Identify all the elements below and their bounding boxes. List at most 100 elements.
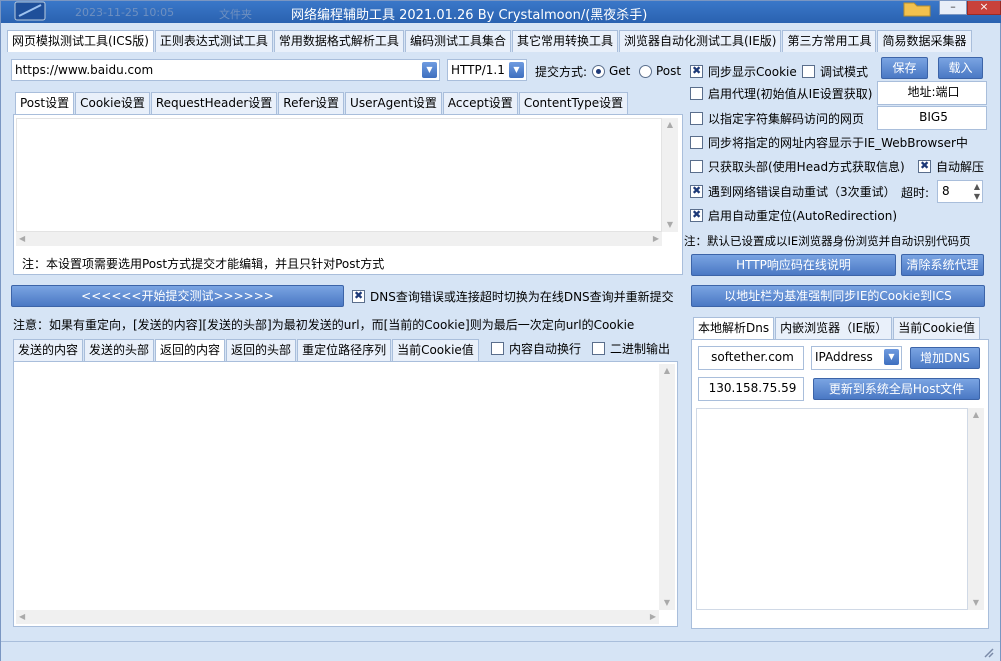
checkbox-box[interactable] — [491, 341, 504, 355]
update-hosts-button[interactable]: 更新到系统全局Host文件 — [813, 378, 980, 400]
resize-grip-icon[interactable] — [982, 646, 994, 658]
url-input[interactable]: https://www.baidu.com ▼ — [11, 59, 440, 81]
proxy-checkbox[interactable]: 启用代理(初始值从IE设置获取) — [690, 84, 873, 102]
tab-browser-automation[interactable]: 浏览器自动化测试工具(IE版) — [618, 30, 782, 52]
timeout-spinner[interactable]: 8 ▲ ▼ — [937, 180, 983, 203]
checkbox-box[interactable] — [690, 159, 703, 173]
method-get-radio[interactable]: Get — [590, 62, 630, 80]
scroll-right-icon[interactable]: ▶ — [650, 610, 656, 624]
result-textarea[interactable] — [16, 364, 659, 610]
checkbox-box[interactable] — [592, 341, 605, 355]
tab-returned-content[interactable]: 返回的内容 — [155, 339, 226, 361]
method-get-label: Get — [609, 64, 631, 78]
method-post-radio[interactable]: Post — [637, 62, 681, 80]
checkbox-box[interactable] — [690, 86, 703, 100]
dns-domain-input[interactable]: softether.com — [698, 346, 804, 370]
tab-embedded-browser[interactable]: 内嵌浏览器（IE版） — [775, 317, 893, 339]
scroll-down-icon[interactable]: ▼ — [659, 596, 675, 610]
scroll-up-icon[interactable]: ▲ — [659, 364, 675, 378]
dns-list[interactable] — [696, 408, 968, 610]
dns-tab-strip: 本地解析Dns 内嵌浏览器（IE版） 当前Cookie值 — [693, 317, 981, 339]
tab-contenttype[interactable]: ContentType设置 — [518, 92, 629, 114]
checkbox-box[interactable] — [690, 111, 703, 125]
charset-input[interactable]: BIG5 — [877, 106, 987, 130]
tab-refer[interactable]: Refer设置 — [278, 92, 345, 114]
add-dns-button[interactable]: 增加DNS — [910, 347, 980, 369]
tab-sent-header[interactable]: 发送的头部 — [84, 339, 155, 361]
tab-cookie-settings[interactable]: Cookie设置 — [75, 92, 150, 114]
checkbox-box[interactable] — [690, 208, 703, 222]
save-button[interactable]: 保存 — [881, 57, 928, 79]
minimize-button[interactable]: – — [939, 1, 967, 15]
charset-checkbox[interactable]: 以指定字符集解码访问的网页 — [690, 109, 864, 127]
tab-data-collector[interactable]: 简易数据采集器 — [877, 30, 972, 52]
checkbox-box[interactable] — [690, 64, 703, 78]
checkbox-box[interactable] — [690, 135, 703, 149]
tab-encoding[interactable]: 编码测试工具集合 — [404, 30, 511, 52]
tab-redirect-path[interactable]: 重定位路径序列 — [297, 339, 392, 361]
tab-current-cookie[interactable]: 当前Cookie值 — [392, 339, 479, 361]
tab-useragent[interactable]: UserAgent设置 — [345, 92, 442, 114]
tab-regex[interactable]: 正则表达式测试工具 — [154, 30, 273, 52]
sync-ie-checkbox[interactable]: 同步将指定的网址内容显示于IE_WebBrowser中 — [690, 133, 968, 151]
tab-data-format[interactable]: 常用数据格式解析工具 — [273, 30, 404, 52]
auto-decompress-checkbox[interactable]: 自动解压 — [918, 157, 1001, 175]
tab-local-dns[interactable]: 本地解析Dns — [693, 317, 775, 339]
vertical-scrollbar[interactable]: ▲ ▼ — [662, 118, 678, 232]
method-post-label: Post — [656, 64, 682, 78]
post-body-textarea[interactable] — [16, 118, 662, 232]
scroll-down-icon[interactable]: ▼ — [968, 596, 984, 610]
tab-convert[interactable]: 其它常用转换工具 — [511, 30, 618, 52]
auto-decompress-label: 自动解压 — [936, 159, 985, 174]
auto-redirect-checkbox[interactable]: 启用自动重定位(AutoRedirection) — [690, 206, 897, 224]
horizontal-scrollbar[interactable]: ◀ ▶ — [16, 610, 659, 624]
dns-type-select[interactable]: IPAddress ▼ — [811, 346, 902, 370]
close-button[interactable]: × — [967, 1, 1001, 15]
dns-fallback-checkbox[interactable]: DNS查询错误或连接超时切换为在线DNS查询并重新提交 — [352, 287, 674, 305]
scroll-left-icon[interactable]: ◀ — [19, 610, 25, 624]
radio-dot[interactable] — [592, 64, 605, 78]
scroll-up-icon[interactable]: ▲ — [662, 118, 678, 132]
scroll-left-icon[interactable]: ◀ — [19, 232, 25, 246]
head-only-checkbox[interactable]: 只获取头部(使用Head方式获取信息) — [690, 157, 905, 175]
dns-ip-input[interactable]: 130.158.75.59 — [698, 377, 804, 401]
chevron-down-icon[interactable]: ▼ — [884, 349, 899, 365]
http-code-button[interactable]: HTTP响应码在线说明 — [691, 254, 896, 276]
spin-up-icon[interactable]: ▲ — [974, 182, 980, 191]
vertical-scrollbar[interactable]: ▲ ▼ — [968, 408, 984, 610]
checkbox-box[interactable] — [690, 184, 703, 198]
tab-post-settings[interactable]: Post设置 — [15, 92, 75, 114]
proxy-address-input[interactable]: 地址:端口 — [877, 81, 987, 105]
tab-request-header[interactable]: RequestHeader设置 — [150, 92, 278, 114]
tab-third-party[interactable]: 第三方常用工具 — [782, 30, 877, 52]
checkbox-box[interactable] — [802, 64, 815, 78]
vertical-scrollbar[interactable]: ▲ ▼ — [659, 364, 675, 610]
load-button[interactable]: 载入 — [938, 57, 983, 79]
debug-mode-checkbox[interactable]: 调试模式 — [802, 62, 868, 80]
sync-ie-cookie-button[interactable]: 以地址栏为基准强制同步IE的Cookie到ICS — [691, 285, 985, 307]
tab-returned-header[interactable]: 返回的头部 — [226, 339, 297, 361]
clear-proxy-button[interactable]: 清除系统代理 — [901, 254, 984, 276]
start-submit-button[interactable]: <<<<<<开始提交测试>>>>>> — [11, 285, 344, 307]
binary-label: 二进制输出 — [610, 341, 671, 356]
http-version-select[interactable]: HTTP/1.1 ▼ — [447, 59, 527, 81]
sync-cookie-checkbox[interactable]: 同步显示Cookie — [690, 62, 797, 80]
tab-current-cookie-right[interactable]: 当前Cookie值 — [893, 317, 980, 339]
tab-sent-content[interactable]: 发送的内容 — [13, 339, 84, 361]
scroll-up-icon[interactable]: ▲ — [968, 408, 984, 422]
radio-dot[interactable] — [639, 64, 652, 78]
chevron-down-icon[interactable]: ▼ — [509, 62, 524, 78]
horizontal-scrollbar[interactable]: ◀ ▶ — [16, 232, 662, 246]
chevron-down-icon[interactable]: ▼ — [422, 62, 437, 78]
redirect-note: 注意：如果有重定向，[发送的内容][发送的头部]为最初发送的url，而[当前的C… — [13, 318, 635, 332]
scroll-down-icon[interactable]: ▼ — [662, 218, 678, 232]
retry-checkbox[interactable]: 遇到网络错误自动重试（3次重试） — [690, 182, 896, 200]
scroll-right-icon[interactable]: ▶ — [653, 232, 659, 246]
checkbox-box[interactable] — [352, 289, 365, 303]
wrap-checkbox[interactable]: 内容自动换行 — [491, 339, 581, 357]
checkbox-box[interactable] — [918, 159, 931, 173]
tab-accept[interactable]: Accept设置 — [442, 92, 518, 114]
tab-ics[interactable]: 网页模拟测试工具(ICS版) — [7, 30, 154, 52]
spin-down-icon[interactable]: ▼ — [974, 192, 980, 201]
binary-checkbox[interactable]: 二进制输出 — [592, 339, 670, 357]
